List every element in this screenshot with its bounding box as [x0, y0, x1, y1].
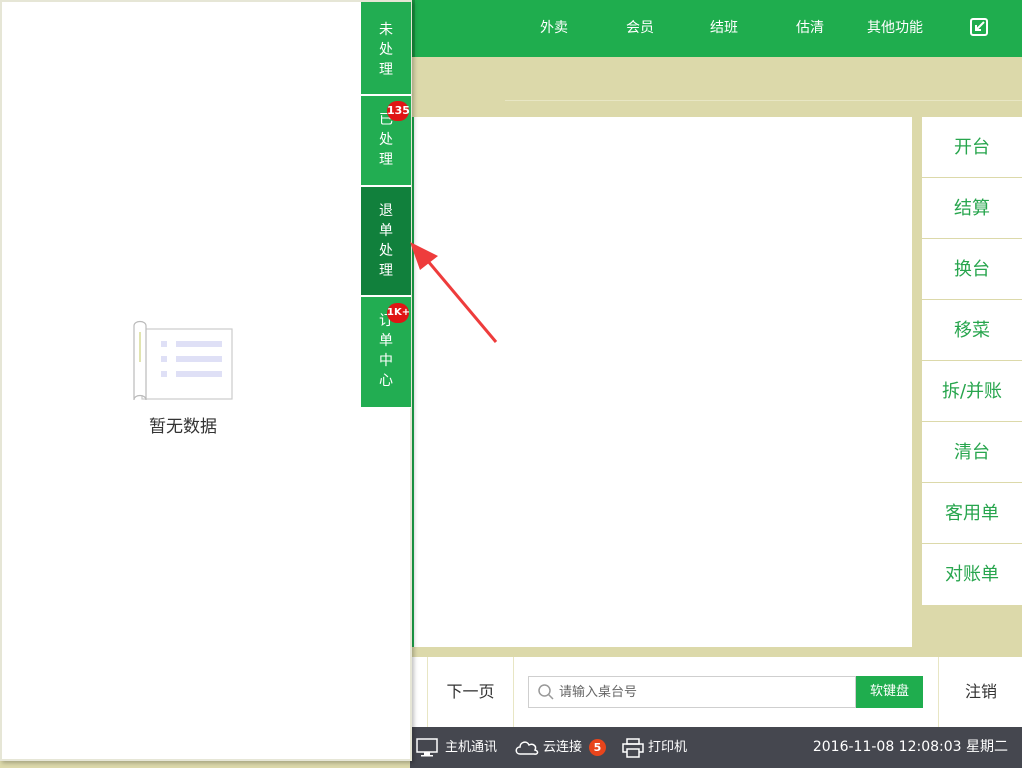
reconciliation-button[interactable]: 对账单 [922, 544, 1022, 605]
guest-bill-button[interactable]: 客用单 [922, 483, 1022, 544]
processed-count-badge: 135 [387, 101, 410, 121]
bottom-controls: 下一页 软键盘 注销 [410, 657, 1022, 727]
content-header [410, 57, 1022, 117]
printer-status[interactable]: 打印机 [622, 727, 702, 768]
tab-unprocessed-label: 未处理 [379, 22, 393, 78]
empty-document-icon [133, 320, 233, 401]
checkout-button[interactable]: 结算 [922, 178, 1022, 239]
status-bar: 主机通讯 云连接 5 打印机 2016-11-08 12:08:03 星期二 [410, 727, 1022, 768]
action-panel: 开台 结算 换台 移菜 拆/并账 清台 客用单 对账单 [922, 117, 1022, 605]
cloud-connection-status[interactable]: 云连接 5 [514, 727, 614, 768]
printer-status-label: 打印机 [648, 740, 688, 755]
monitor-icon [416, 738, 438, 757]
empty-state-text: 暂无数据 [149, 417, 217, 437]
move-dish-button[interactable]: 移菜 [922, 300, 1022, 361]
printer-icon [622, 738, 644, 758]
header-divider [505, 100, 1022, 101]
table-number-input[interactable] [559, 677, 849, 707]
soft-keyboard-button[interactable]: 软键盘 [856, 676, 923, 708]
split-merge-bill-button[interactable]: 拆/并账 [922, 361, 1022, 422]
datetime-display: 2016-11-08 12:08:03 星期二 [812, 739, 1008, 755]
table-grid-area [410, 117, 912, 647]
order-side-tabs: 未处理 已处理 135 退单处理 订单中心 1K+ [361, 2, 411, 408]
cloud-status-label: 云连接 [543, 740, 583, 755]
tab-unprocessed[interactable]: 未处理 [361, 2, 411, 94]
nav-sold-out[interactable]: 估清 [796, 0, 824, 57]
change-table-button[interactable]: 换台 [922, 239, 1022, 300]
nav-shift-close[interactable]: 结班 [710, 0, 738, 57]
cloud-icon [515, 741, 539, 755]
nav-other-functions[interactable]: 其他功能 [867, 0, 923, 57]
tab-order-center-label: 订单中心 [379, 313, 393, 389]
next-page-button[interactable]: 下一页 [427, 657, 514, 727]
annotation-arrow-icon [410, 242, 498, 343]
nav-takeout[interactable]: 外卖 [540, 0, 568, 57]
top-nav-bar: 外卖 会员 结班 估清 其他功能 [410, 0, 1022, 57]
search-icon [538, 684, 554, 700]
tab-order-center[interactable]: 订单中心 1K+ [361, 297, 411, 407]
tab-refund-label: 退单处理 [379, 203, 393, 279]
host-connection-status[interactable]: 主机通讯 [416, 727, 506, 768]
order-center-count-badge: 1K+ [387, 303, 410, 323]
open-table-button[interactable]: 开台 [922, 117, 1022, 178]
nav-member[interactable]: 会员 [626, 0, 654, 57]
exit-icon[interactable] [970, 18, 988, 36]
order-panel: 暂无数据 未处理 已处理 135 退单处理 订单中心 1K+ [0, 0, 412, 761]
logout-button[interactable]: 注销 [938, 657, 1022, 727]
clear-table-button[interactable]: 清台 [922, 422, 1022, 483]
tab-processed[interactable]: 已处理 135 [361, 96, 411, 185]
tab-refund-processing[interactable]: 退单处理 [361, 187, 411, 295]
cloud-count-badge: 5 [589, 739, 606, 756]
host-status-label: 主机通讯 [445, 740, 498, 755]
table-search-box [528, 676, 856, 708]
